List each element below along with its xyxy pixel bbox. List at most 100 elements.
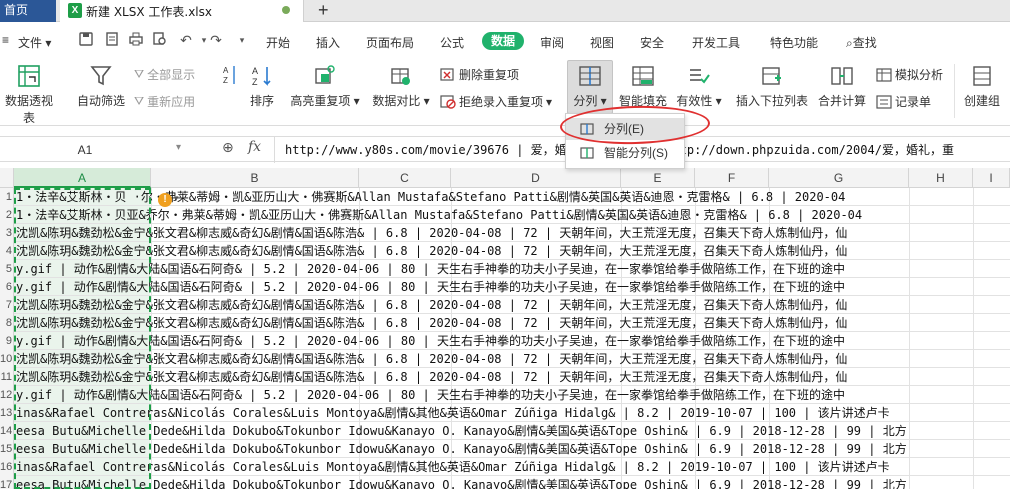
fx-icon[interactable]: fx	[248, 139, 261, 155]
menu-file[interactable]: 文件 ▾	[18, 34, 51, 51]
split-column-button[interactable]: 分列 ▾	[567, 64, 613, 109]
row-number[interactable]: 6	[0, 278, 14, 296]
validity-button[interactable]: 有效性 ▾	[676, 64, 722, 109]
remove-duplicates-label: 删除重复项	[459, 68, 520, 82]
menu-insert[interactable]: 插入	[316, 34, 340, 51]
warning-icon[interactable]: !	[158, 193, 172, 207]
table-row[interactable]: eesa Butu&Michelle Dede&Hilda Dokubo&Tok…	[14, 422, 1010, 440]
table-row[interactable]: inas&Rafael Contreras&Nicolás Corales&Lu…	[14, 458, 1010, 476]
menu-security[interactable]: 安全	[640, 34, 664, 51]
table-row[interactable]: y.gif | 动作&剧情&大陆&国语&石阿奇& | 5.2 | 2020-04…	[14, 332, 1010, 350]
sort-button[interactable]: AZ 排序	[244, 64, 280, 109]
row-number[interactable]: 7	[0, 296, 14, 314]
row-number[interactable]: 5	[0, 260, 14, 278]
table-row[interactable]: 沈凯&陈玥&魏劲松&金宁&张文君&柳志威&奇幻&剧情&国语&陈浩& | 6.8 …	[14, 296, 1010, 314]
sort-asc-small-icon[interactable]: AZ	[222, 64, 238, 89]
column-header-b[interactable]: B	[151, 168, 359, 188]
menu-start[interactable]: 开始	[266, 34, 290, 51]
export-pdf-icon[interactable]	[104, 32, 120, 48]
undo-icon[interactable]: ↶	[178, 32, 194, 48]
cell-grid[interactable]: 1・法辛&艾斯林・贝 ·尔・弗莱&蒂姆・凯&亚历山大・佛赛斯&Allan Mus…	[14, 188, 1010, 489]
table-row[interactable]: 沈凯&陈玥&魏劲松&金宁&张文君&柳志威&奇幻&剧情&国语&陈浩& | 6.8 …	[14, 314, 1010, 332]
show-all-icon: ⛛	[134, 67, 145, 81]
table-row[interactable]: eesa Butu&Michelle Dede&Hilda Dokubo&Tok…	[14, 440, 1010, 458]
tab-workbook[interactable]: X 新建 XLSX 工作表.xlsx	[60, 0, 304, 22]
menu-special[interactable]: 特色功能	[770, 34, 818, 51]
row-number[interactable]: 8	[0, 314, 14, 332]
row-number[interactable]: 16	[0, 458, 14, 476]
row-number[interactable]: 9	[0, 332, 14, 350]
validity-icon	[690, 69, 710, 84]
column-header-e[interactable]: E	[621, 168, 695, 188]
quick-access-more-icon[interactable]: ▾	[234, 32, 250, 48]
table-row[interactable]: 沈凯&陈玥&魏劲松&金宁&张文君&柳志威&奇幻&剧情&国语&陈浩& | 6.8 …	[14, 368, 1010, 386]
column-header-c[interactable]: C	[359, 168, 451, 188]
column-header-i[interactable]: I	[973, 168, 1010, 188]
autofilter-button[interactable]: 自动筛选	[74, 64, 128, 109]
row-number[interactable]: 10	[0, 350, 14, 368]
table-row[interactable]: eesa Butu&Michelle Dede&Hilda Dokubo&Tok…	[14, 476, 1010, 489]
print-preview-icon[interactable]	[152, 32, 168, 48]
table-row[interactable]: y.gif | 动作&剧情&大陆&国语&石阿奇& | 5.2 | 2020-04…	[14, 260, 1010, 278]
menu-formula[interactable]: 公式	[440, 34, 464, 51]
menu-page-layout[interactable]: 页面布局	[366, 34, 414, 51]
select-all-corner[interactable]	[0, 168, 14, 188]
pivot-table-button[interactable]: 数据透视表	[0, 64, 58, 126]
menu-view[interactable]: 视图	[590, 34, 614, 51]
row-number[interactable]: 14	[0, 422, 14, 440]
create-group-button[interactable]: 创建组	[962, 64, 1002, 109]
what-if-analysis-button[interactable]: 模拟分析	[876, 66, 943, 83]
row-number[interactable]: 11	[0, 368, 14, 386]
print-icon[interactable]	[128, 32, 144, 48]
row-number[interactable]: 3	[0, 224, 14, 242]
row-number[interactable]: 17	[0, 476, 14, 489]
name-box-dropdown-icon[interactable]: ▾	[176, 142, 181, 153]
row-number[interactable]: 1	[0, 188, 14, 206]
table-row[interactable]: 1・法辛&艾斯林・贝亚&乔尔・弗莱&蒂姆・凯&亚历山大・佛赛斯&Allan Mu…	[14, 206, 1010, 224]
split-column-label: 分列	[573, 94, 598, 108]
add-tab-button[interactable]: +	[318, 0, 329, 20]
row-number[interactable]: 15	[0, 440, 14, 458]
column-header-f[interactable]: F	[695, 168, 769, 188]
column-header-a[interactable]: A	[14, 168, 151, 188]
menu-review[interactable]: 审阅	[540, 34, 564, 51]
remove-duplicates-button[interactable]: 删除重复项	[440, 66, 519, 83]
record-form-button[interactable]: 记录单	[876, 93, 931, 110]
create-group-icon	[973, 66, 991, 86]
insert-dropdown-list-button[interactable]: 插入下拉列表	[734, 64, 810, 109]
reapply-button[interactable]: ⛛ 重新应用	[134, 93, 195, 110]
column-header-g[interactable]: G	[769, 168, 909, 188]
reject-duplicates-button[interactable]: 拒绝录入重复项 ▾	[440, 93, 552, 110]
zoom-icon[interactable]: ⊕	[222, 139, 234, 156]
smart-split-menu-item[interactable]: 智能分列(S)	[566, 142, 684, 164]
row-number[interactable]: 4	[0, 242, 14, 260]
consolidate-button[interactable]: 合并计算	[816, 64, 868, 109]
data-compare-button[interactable]: 数据对比 ▾	[370, 64, 432, 109]
show-all-button[interactable]: ⛛ 全部显示	[134, 66, 195, 83]
menu-developer[interactable]: 开发工具	[692, 34, 740, 51]
row-number[interactable]: 12	[0, 386, 14, 404]
table-row[interactable]: y.gif | 动作&剧情&大陆&国语&石阿奇& | 5.2 | 2020-04…	[14, 386, 1010, 404]
smart-fill-button[interactable]: 智能填充	[618, 64, 668, 109]
redo-icon[interactable]: ↷	[208, 32, 224, 48]
menu-data[interactable]: 数据	[482, 32, 524, 50]
table-row[interactable]: inas&Rafael Contreras&Nicolás Corales&Lu…	[14, 404, 1010, 422]
row-number[interactable]: 2	[0, 206, 14, 224]
column-header-d[interactable]: D	[451, 168, 621, 188]
table-row[interactable]: y.gif | 动作&剧情&大陆&国语&石阿奇& | 5.2 | 2020-04…	[14, 278, 1010, 296]
table-row[interactable]: 沈凯&陈玥&魏劲松&金宁&张文君&柳志威&奇幻&剧情&国语&陈浩& | 6.8 …	[14, 224, 1010, 242]
tab-home[interactable]: 首页	[0, 0, 56, 22]
hamburger-menu-icon[interactable]: ≡	[2, 33, 9, 47]
highlight-duplicates-button[interactable]: 高亮重复项 ▾	[290, 64, 360, 109]
table-row[interactable]: 沈凯&陈玥&魏劲松&金宁&张文君&柳志威&奇幻&剧情&国语&陈浩& | 6.8 …	[14, 350, 1010, 368]
close-tab-icon[interactable]	[279, 3, 293, 17]
name-box[interactable]: A1	[0, 139, 170, 161]
column-header-h[interactable]: H	[909, 168, 973, 188]
table-row[interactable]: 沈凯&陈玥&魏劲松&金宁&张文君&柳志威&奇幻&剧情&国语&陈浩& | 6.8 …	[14, 242, 1010, 260]
warning-dropdown-icon[interactable]: ▾	[174, 193, 179, 204]
menu-search[interactable]: ⌕查找	[846, 34, 877, 51]
record-form-icon	[876, 94, 892, 109]
row-number[interactable]: 13	[0, 404, 14, 422]
smart-split-item-icon	[580, 147, 594, 159]
save-icon[interactable]	[78, 32, 94, 48]
